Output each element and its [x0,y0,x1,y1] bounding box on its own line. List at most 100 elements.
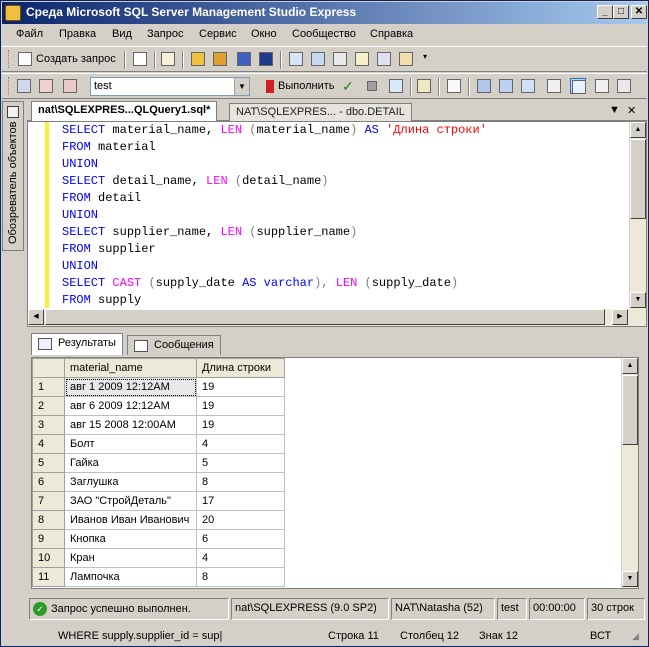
database-select[interactable]: test ▼ [90,77,250,96]
scroll-down-icon[interactable]: ▼ [622,571,638,587]
results-to-grid-button[interactable] [570,78,586,94]
sql-editor[interactable]: SELECT material_name, LEN (material_name… [27,121,647,327]
query-options-button[interactable] [388,78,404,94]
row-number[interactable]: 11 [32,567,65,587]
table-row[interactable]: 4 Болт 4 [32,434,285,454]
table-cell[interactable]: Болт [64,434,197,454]
close-tab-icon[interactable]: ✕ [627,104,636,117]
table-cell[interactable]: 4 [196,548,285,568]
table-cell[interactable]: 19 [196,415,285,435]
save-all-button[interactable] [258,51,274,67]
row-number[interactable]: 9 [32,529,65,549]
menu-window[interactable]: Окно [251,28,277,40]
row-number[interactable]: 7 [32,491,65,511]
parse-button[interactable]: ✓ [342,78,358,94]
row-number[interactable]: 5 [32,453,65,473]
scroll-up-icon[interactable]: ▲ [622,358,638,374]
execute-button[interactable]: Выполнить [264,77,334,97]
table-row[interactable]: 11 Лампочка 8 [32,567,285,587]
row-number[interactable]: 3 [32,415,65,435]
open-file-button[interactable] [160,51,176,67]
resize-grip-icon[interactable]: ◢ [632,631,639,642]
estimated-plan-button[interactable] [476,78,492,94]
table-cell[interactable]: 20 [196,510,285,530]
table-cell[interactable]: 5 [196,453,285,473]
menu-file[interactable]: Файл [16,28,43,40]
scroll-right-icon[interactable]: ▶ [612,309,628,325]
open-db-button[interactable] [212,51,228,67]
table-cell[interactable]: авг 6 2009 12:12AM [64,396,197,416]
connect-button[interactable] [16,78,32,94]
sql-code[interactable]: SELECT material_name, LEN (material_name… [62,122,487,309]
save-button[interactable] [236,51,252,67]
menu-help[interactable]: Справка [370,28,413,40]
tab-list-dropdown[interactable]: ▼ [609,104,620,116]
table-cell[interactable]: 19 [196,377,285,397]
tab-messages[interactable]: Сообщения [127,335,221,355]
table-row[interactable]: 10 Кран 4 [32,548,285,568]
scroll-up-icon[interactable]: ▲ [630,122,646,138]
actual-plan-button[interactable] [498,78,514,94]
object-explorer-button[interactable] [310,51,326,67]
table-row[interactable]: 9 Кнопка 6 [32,529,285,549]
table-row[interactable]: 3 авг 15 2008 12:00AM 19 [32,415,285,435]
registered-servers-button[interactable] [288,51,304,67]
table-cell[interactable]: Кран [64,548,197,568]
table-cell[interactable]: Кнопка [64,529,197,549]
menu-community[interactable]: Сообщество [292,28,356,40]
row-number[interactable]: 1 [32,377,65,397]
table-cell[interactable]: Лампочка [64,567,197,587]
menu-query[interactable]: Запрос [147,28,183,40]
table-cell[interactable]: 17 [196,491,285,511]
cancel-query-button[interactable] [364,78,380,94]
scroll-thumb[interactable] [630,139,646,219]
editor-vertical-scrollbar[interactable]: ▲ ▼ [629,122,646,309]
table-cell[interactable]: 19 [196,396,285,416]
column-header-material-name[interactable]: material_name [64,358,197,378]
design-query-button[interactable] [416,78,432,94]
tab-results[interactable]: Результаты [31,333,123,355]
scroll-thumb[interactable] [622,375,638,445]
toolbar-grip[interactable] [8,77,11,95]
menu-view[interactable]: Вид [112,28,132,40]
row-number[interactable]: 8 [32,510,65,530]
open-folder-button[interactable] [190,51,206,67]
scroll-thumb[interactable] [45,309,605,325]
properties-button[interactable] [354,51,370,67]
table-cell[interactable]: авг 15 2008 12:00AM [64,415,197,435]
scroll-down-icon[interactable]: ▼ [630,292,646,308]
results-grid[interactable]: material_name Длина строки 1 авг 1 2009 1… [31,357,639,589]
table-cell[interactable]: 6 [196,529,285,549]
chevron-down-icon[interactable]: ▼ [234,78,249,95]
disconnect-button[interactable] [62,78,78,94]
tab-detail[interactable]: NAT\SQLEXPRES... - dbo.DETAIL [229,103,412,121]
row-number[interactable]: 6 [32,472,65,492]
scroll-left-icon[interactable]: ◀ [28,309,44,325]
change-connection-button[interactable] [38,78,54,94]
table-cell[interactable]: Заглушка [64,472,197,492]
table-cell[interactable]: авг 1 2009 12:12AM [64,377,197,397]
grid-vertical-scrollbar[interactable]: ▲ ▼ [621,358,638,588]
row-number-header[interactable] [32,358,65,378]
row-number[interactable]: 10 [32,548,65,568]
table-row[interactable]: 6 Заглушка 8 [32,472,285,492]
table-row[interactable]: 5 Гайка 5 [32,453,285,473]
table-row[interactable]: 7 ЗАО "СтройДеталь" 17 [32,491,285,511]
table-cell[interactable]: 8 [196,472,285,492]
close-button[interactable]: ✕ [631,5,647,19]
table-cell[interactable]: ЗАО "СтройДеталь" [64,491,197,511]
table-row[interactable]: 2 авг 6 2009 12:12AM 19 [32,396,285,416]
client-stats-button[interactable] [520,78,536,94]
table-row[interactable]: 1 авг 1 2009 12:12AM 19 [32,377,285,397]
table-cell[interactable]: 4 [196,434,285,454]
table-cell[interactable]: Гайка [64,453,197,473]
maximize-button[interactable]: □ [613,5,629,19]
row-number[interactable]: 4 [32,434,65,454]
results-to-file-button[interactable] [594,78,610,94]
table-cell[interactable]: Иванов Иван Иванович [64,510,197,530]
results-to-text-button[interactable] [546,78,562,94]
comment-button[interactable] [616,78,632,94]
table-row[interactable]: 8 Иванов Иван Иванович 20 [32,510,285,530]
template-explorer-button[interactable] [332,51,348,67]
new-file-button[interactable] [132,51,148,67]
